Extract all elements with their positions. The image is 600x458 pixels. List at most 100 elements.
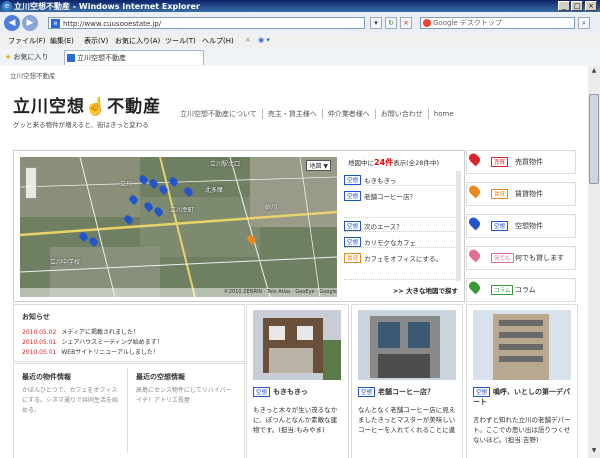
big-map-link[interactable]: >> 大きな地図で探す xyxy=(393,285,458,295)
category-rent[interactable]: 賃貸 賃貸物件 xyxy=(466,182,576,206)
search-button[interactable]: ⌕ xyxy=(578,17,590,29)
card-title-text: 老舗コーヒー店？ xyxy=(378,388,435,396)
nav-home[interactable]: home xyxy=(429,110,459,118)
list-scrollbar[interactable] xyxy=(456,171,461,281)
badge: 賃貸 xyxy=(491,189,509,199)
page-viewport: 立川空想不動産 立川空想☝不動産 グッと来る物件が増えると、街はきっと変わる 立… xyxy=(0,66,588,458)
list-item-text: カフェをオフィスにする。 xyxy=(364,255,442,263)
window-title: 立川空想不動産 - Windows Internet Explorer xyxy=(14,2,200,11)
property-card[interactable]: 空想 もきもきっ もきっと木々が生い茂るなかに、ぽつんとなんか素敵な建物です。(担… xyxy=(246,304,349,458)
map-type-select[interactable]: 地図 ▼ xyxy=(306,160,331,171)
category-label: 何でも貸します xyxy=(515,254,564,262)
card-title-text: もきもきっ xyxy=(273,388,308,396)
list-scroll-area[interactable]: 空想 もきもきっ 空想 老舗コーヒー店？ 空想 次のエース？ 空想 カリモクなカフェ 賃… xyxy=(344,171,462,283)
list-item[interactable]: 空想 老舗コーヒー店？ xyxy=(344,191,456,218)
menu-tools[interactable]: ツール(T) xyxy=(165,36,196,46)
badge: 売買 xyxy=(491,157,509,167)
badge: 空想 xyxy=(253,387,271,397)
map-label: 砂川 xyxy=(265,204,278,211)
category-label: コラム xyxy=(515,286,536,294)
category-sale[interactable]: 売買 売買物件 xyxy=(466,150,576,174)
news-box: お知らせ 2010.05.02 メディアに掲載されました！ 2010.05.01 シ… xyxy=(13,304,245,362)
latest-imagined-title: 最近の空想情報 xyxy=(136,373,185,381)
news-text: シェアハウスミーティング始めます！ xyxy=(61,339,163,346)
scroll-thumb[interactable] xyxy=(589,94,599,184)
property-card[interactable]: 空想 老舗コーヒー店？ なんとなく老舗コーヒー店に見えましたきっとマスターが美味し… xyxy=(351,304,463,458)
badge: 空想 xyxy=(344,221,362,231)
menu-favorites[interactable]: お気に入り(A) xyxy=(115,36,160,46)
tab-current[interactable]: 立川空想不動産 xyxy=(64,50,204,65)
close-button[interactable]: × xyxy=(585,1,597,11)
list-item[interactable]: 空想 次のエース？ xyxy=(344,221,456,232)
google-icon xyxy=(423,19,431,27)
scroll-down-icon[interactable]: ▼ xyxy=(589,447,599,457)
dropdown-button[interactable]: ▾ xyxy=(370,17,382,29)
back-button[interactable]: ◀ xyxy=(4,15,20,31)
map-zoom-control[interactable] xyxy=(25,167,37,199)
minimize-button[interactable]: _ xyxy=(558,1,570,11)
favorites-button[interactable]: ★ お気に入り xyxy=(5,52,49,62)
favorites-label: お気に入り xyxy=(13,53,49,61)
map-label: 立川 xyxy=(120,181,133,188)
menu-help[interactable]: ヘルプ(H) xyxy=(202,36,234,46)
scroll-up-icon[interactable]: ▲ xyxy=(589,67,599,77)
news-text: WEBサイトリニューアルしました！ xyxy=(61,349,159,356)
card-text: もきっと木々が生い茂るなかに、ぽつんとなんか素敵な建物です。(担当:もみやま) xyxy=(253,406,338,434)
latest-imagined-text[interactable]: 高島にセンス物件にしてリバイバーイチ！アトリエ長屋 xyxy=(136,386,236,406)
news-item[interactable]: 2010.05.02 メディアに掲載されました！ xyxy=(22,327,139,336)
nav-sellers[interactable]: 売主・貸主様へ xyxy=(263,109,323,119)
page-icon: e xyxy=(51,19,60,28)
news-item[interactable]: 2010.05.01 WEBサイトリニューアルしました！ xyxy=(22,347,159,356)
map-label: 立川幸町 xyxy=(170,207,195,214)
news-text: メディアに掲載されました！ xyxy=(61,329,139,336)
toolbar-icon[interactable]: ◉ ▾ xyxy=(258,36,270,44)
badge: 空想 xyxy=(344,175,362,185)
address-input[interactable]: e http://www.cuusooestate.jp/ xyxy=(48,17,365,29)
list-header-suffix: 表示(全28件中) xyxy=(393,159,439,167)
list-header: 地図中に24件表示(全28件中) xyxy=(348,157,439,168)
list-count: 24件 xyxy=(374,158,394,167)
category-imagined[interactable]: 空想 空想物件 xyxy=(466,214,576,238)
property-card[interactable]: 空想 鳴呼、いとしの第一デパート 言わずと知れた立川の老舗デパート。ここでの思い出… xyxy=(466,304,578,458)
maximize-button[interactable]: □ xyxy=(571,1,583,11)
nav-agents[interactable]: 仲介業者様へ xyxy=(323,109,376,119)
green-pin-icon xyxy=(467,279,482,295)
list-item[interactable]: 空想 もきもきっ xyxy=(344,175,456,186)
tab-page-icon xyxy=(67,54,75,62)
pink-pin-icon xyxy=(467,247,482,263)
badge: 何でも xyxy=(491,253,514,263)
category-anything[interactable]: 何でも 何でも貸します xyxy=(466,246,576,270)
card-title: 空想 もきもきっ xyxy=(253,387,308,397)
badge: 空想 xyxy=(473,387,491,397)
menu-edit[interactable]: 編集(E) xyxy=(50,36,74,46)
menu-view[interactable]: 表示(V) xyxy=(84,36,108,46)
star-icon: ★ xyxy=(5,53,12,61)
list-item[interactable]: 賃貸 カフェをオフィスにする。 xyxy=(344,253,456,280)
address-toolbar: ◀ ▶ e http://www.cuusooestate.jp/ ▾ ↻ × … xyxy=(0,12,600,34)
search-input[interactable]: Google デスクトップ xyxy=(420,17,575,29)
map-section: 地図 ▼ 立川駅北口 北多摩 立川 立川幸町 砂川 立川中学校 ©2010 ZE… xyxy=(13,150,465,302)
news-date: 2010.05.01 xyxy=(22,339,57,346)
news-item[interactable]: 2010.05.01 シェアハウスミーティング始めます！ xyxy=(22,337,163,346)
refresh-button[interactable]: ↻ xyxy=(385,17,397,29)
list-item[interactable]: 空想 カリモクなカフェ xyxy=(344,237,456,248)
stop-button[interactable]: × xyxy=(400,17,412,29)
close-icon[interactable]: × xyxy=(245,36,251,44)
category-column[interactable]: コラム コラム xyxy=(466,278,576,302)
satellite-map[interactable]: 地図 ▼ 立川駅北口 北多摩 立川 立川幸町 砂川 立川中学校 ©2010 ZE… xyxy=(20,157,337,297)
badge: 空想 xyxy=(491,221,509,231)
menu-file[interactable]: ファイル(F) xyxy=(8,36,46,46)
forward-button[interactable]: ▶ xyxy=(22,15,38,31)
latest-properties-text[interactable]: かぼんひとつで、カフェをオフィスにする。シネマ通りで共同生活を始める。 xyxy=(22,386,122,416)
category-label: 賃貸物件 xyxy=(515,190,543,198)
site-logo[interactable]: 立川空想☝不動産 xyxy=(13,92,161,117)
card-text: なんとなく老舗コーヒー店に見えましたきっとマスターが美味しいコーヒーを入れてくれ… xyxy=(358,406,456,434)
top-navigation: 立川空想不動産について 売主・貸主様へ 仲介業者様へ お問い合わせ home xyxy=(175,109,459,119)
ie-logo-icon: e xyxy=(2,1,12,11)
nav-about[interactable]: 立川空想不動産について xyxy=(175,109,263,119)
red-pin-icon xyxy=(467,151,482,167)
property-photo xyxy=(253,310,341,380)
nav-contact[interactable]: お問い合わせ xyxy=(376,109,429,119)
orange-pin-icon xyxy=(467,183,482,199)
page-scrollbar[interactable]: ▲ ▼ xyxy=(588,66,600,458)
